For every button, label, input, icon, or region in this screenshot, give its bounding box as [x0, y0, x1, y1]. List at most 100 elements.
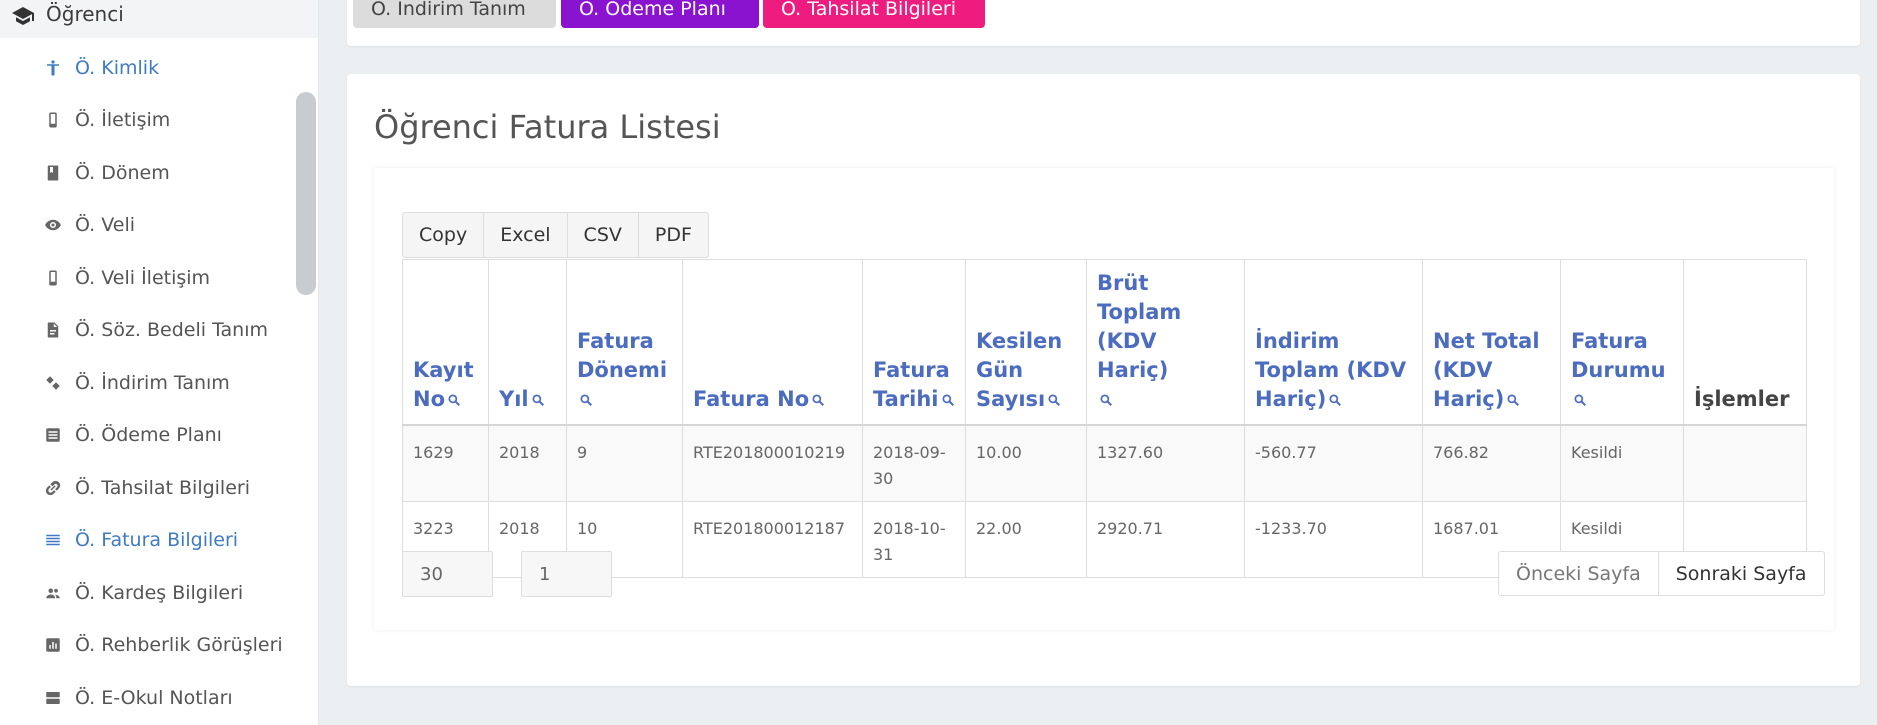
excel-button[interactable]: Excel — [483, 212, 568, 258]
column-header-label: Net Total (KDV Hariç) — [1433, 329, 1540, 411]
column-header-label: Kayıt No — [413, 358, 474, 411]
cell-indirim-toplam: -560.77 — [1244, 424, 1423, 502]
pdf-button[interactable]: PDF — [637, 212, 709, 258]
cell-fatura-tarihi: 2018-09-30 — [862, 424, 966, 502]
chart-icon — [43, 635, 63, 655]
book-icon — [43, 163, 63, 183]
table-row[interactable]: 1629 2018 9 RTE201800010219 2018-09-30 1… — [402, 424, 1807, 502]
document-icon — [43, 320, 63, 340]
column-header-label: Fatura Tarihi — [873, 358, 950, 411]
indirim-tanim-button[interactable]: Ö. İndirim Tanım — [353, 0, 556, 28]
sidebar-item-label: Ö. Dönem — [75, 162, 170, 184]
sidebar-item-indirim[interactable]: Ö. İndirim Tanım — [0, 357, 318, 409]
cell-brut-toplam: 2920.71 — [1086, 501, 1245, 578]
tahsilat-bilgileri-button-label: Ö. Tahsilat Bilgileri — [781, 0, 956, 20]
column-header-yil[interactable]: Yıl — [488, 259, 567, 426]
search-icon — [812, 394, 825, 406]
search-icon — [1574, 394, 1586, 406]
sidebar-item-veli[interactable]: Ö. Veli — [0, 199, 318, 251]
search-icon — [532, 394, 544, 406]
column-header-kayit-no[interactable]: Kayıt No — [402, 259, 489, 426]
column-header-indirim-toplam[interactable]: İndirim Toplam (KDV Hariç) — [1244, 259, 1423, 426]
column-header-fatura-durumu[interactable]: Fatura Durumu — [1560, 259, 1684, 426]
sidebar-item-soz-bedeli[interactable]: Ö. Söz. Bedeli Tanım — [0, 304, 318, 356]
phone-icon — [43, 268, 63, 288]
search-icon — [1048, 394, 1061, 406]
page-size-input[interactable]: 30 — [402, 551, 493, 597]
list-icon — [43, 425, 63, 445]
tahsilat-bilgileri-button[interactable]: Ö. Tahsilat Bilgileri — [763, 0, 985, 28]
sidebar-item-label: Ö. Veli İletişim — [75, 267, 211, 289]
cell-fatura-tarihi: 2018-10-31 — [862, 501, 966, 578]
sidebar-item-label: Ö. E-Okul Notları — [75, 687, 233, 709]
sidebar-item-label: Ö. Söz. Bedeli Tanım — [75, 319, 269, 341]
column-header-fatura-no[interactable]: Fatura No — [682, 259, 863, 426]
column-header-net-total[interactable]: Net Total (KDV Hariç) — [1422, 259, 1561, 426]
column-header-kesilen-gun[interactable]: Kesilen Gün Sayısı — [965, 259, 1087, 426]
cell-fatura-durumu: Kesildi — [1560, 424, 1684, 502]
link-icon — [43, 478, 63, 498]
graduation-cap-icon — [11, 4, 35, 28]
page-title: Öğrenci Fatura Listesi — [374, 108, 721, 146]
sidebar-item-fatura[interactable]: Ö. Fatura Bilgileri — [0, 514, 318, 566]
search-icon — [448, 394, 460, 406]
next-page-button[interactable]: Sonraki Sayfa — [1657, 551, 1825, 596]
cell-islemler — [1683, 424, 1807, 502]
sidebar-item-tahsilat[interactable]: Ö. Tahsilat Bilgileri — [0, 462, 318, 514]
sidebar-scrollbar[interactable] — [296, 92, 316, 295]
pagination: Önceki Sayfa Sonraki Sayfa — [1498, 551, 1825, 596]
indirim-tanim-button-label: Ö. İndirim Tanım — [371, 0, 526, 20]
column-header-fatura-donemi[interactable]: Fatura Dönemi — [566, 259, 683, 426]
cell-kesilen-gun: 10.00 — [965, 424, 1087, 502]
sidebar-item-kardes[interactable]: Ö. Kardeş Bilgileri — [0, 567, 318, 619]
sidebar-item-kimlik[interactable]: Ö. Kimlik — [0, 42, 318, 94]
cell-indirim-toplam: -1233.70 — [1244, 501, 1423, 578]
sidebar-item-label: Ö. İndirim Tanım — [75, 372, 230, 394]
search-icon — [941, 394, 954, 406]
sidebar-item-donem[interactable]: Ö. Dönem — [0, 147, 318, 199]
sidebar-item-odeme-plani[interactable]: Ö. Ödeme Planı — [0, 409, 318, 461]
sidebar: Öğrenci Ö. Kimlik Ö. İletişim Ö. Dönem Ö… — [0, 0, 319, 725]
lines-icon — [43, 530, 63, 550]
sidebar-item-label: Ö. Tahsilat Bilgileri — [75, 477, 250, 499]
search-icon — [580, 394, 592, 406]
cell-yil: 2018 — [488, 424, 567, 502]
export-button-group: Copy Excel CSV PDF — [402, 212, 709, 258]
sidebar-item-label: Ö. İletişim — [75, 109, 171, 131]
column-header-label: Fatura Durumu — [1571, 329, 1666, 382]
cell-brut-toplam: 1327.60 — [1086, 424, 1245, 502]
column-header-islemler: İşlemler — [1683, 259, 1807, 426]
sidebar-item-iletisim[interactable]: Ö. İletişim — [0, 94, 318, 146]
sidebar-item-eokul[interactable]: Ö. E-Okul Notları — [0, 672, 318, 724]
column-header-label: Fatura No — [693, 387, 810, 411]
column-header-fatura-tarihi[interactable]: Fatura Tarihi — [862, 259, 966, 426]
search-icon — [1507, 394, 1520, 406]
person-icon — [43, 58, 63, 78]
cell-fatura-no: RTE201800010219 — [682, 424, 863, 502]
sidebar-item-rehberlik[interactable]: Ö. Rehberlik Görüşleri — [0, 619, 318, 671]
sidebar-header-label: Öğrenci — [46, 2, 124, 26]
sidebar-header[interactable]: Öğrenci — [0, 0, 318, 38]
column-header-brut-toplam[interactable]: Brüt Toplam (KDV Hariç) — [1086, 259, 1245, 426]
cell-fatura-donemi: 9 — [566, 424, 683, 502]
copy-button[interactable]: Copy — [402, 212, 485, 258]
storage-icon — [43, 688, 63, 708]
eye-icon — [43, 215, 63, 235]
discount-icon — [43, 373, 63, 393]
column-header-label: Fatura Dönemi — [577, 329, 668, 382]
cell-kesilen-gun: 22.00 — [965, 501, 1087, 578]
csv-button[interactable]: CSV — [566, 212, 639, 258]
table-header-row: Kayıt No Yıl Fatura Dönemi Fatura No Fat… — [402, 259, 1807, 426]
sidebar-item-label: Ö. Rehberlik Görüşleri — [75, 634, 283, 656]
sidebar-item-label: Ö. Veli — [75, 214, 136, 236]
column-header-label: Yıl — [499, 387, 529, 411]
people-icon — [43, 583, 63, 603]
sidebar-item-label: Ö. Fatura Bilgileri — [75, 529, 239, 551]
page-number-input[interactable]: 1 — [521, 551, 612, 597]
odeme-plani-button[interactable]: Ö. Ödeme Planı — [561, 0, 759, 28]
sidebar-item-veli-iletisim[interactable]: Ö. Veli İletişim — [0, 252, 318, 304]
sidebar-item-label: Ö. Kardeş Bilgileri — [75, 582, 244, 604]
previous-page-button[interactable]: Önceki Sayfa — [1498, 551, 1659, 596]
invoice-table: Kayıt No Yıl Fatura Dönemi Fatura No Fat… — [402, 259, 1807, 578]
odeme-plani-button-label: Ö. Ödeme Planı — [579, 0, 726, 20]
